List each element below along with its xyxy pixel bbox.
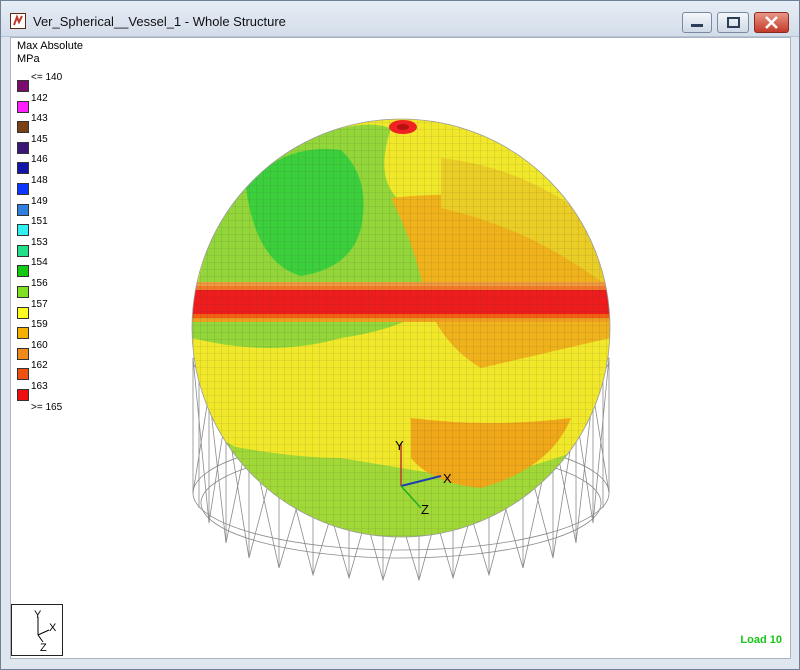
load-case-label: Load 10: [740, 634, 782, 646]
orientation-triad: Y X Z: [11, 604, 63, 656]
vessel-model-render[interactable]: Y X Z: [11, 38, 790, 658]
model-viewport[interactable]: Max Absolute MPa <= 140 142 143 145 146 148 14…: [10, 37, 791, 659]
title-bar[interactable]: Ver_Spherical__Vessel_1 - Whole Structur…: [1, 1, 799, 37]
axis-z-label: Z: [421, 502, 429, 517]
triad-x-label: X: [49, 622, 57, 634]
maximize-button[interactable]: [717, 12, 749, 33]
minimize-button[interactable]: [682, 12, 712, 33]
close-icon: [765, 16, 778, 29]
app-icon[interactable]: [10, 13, 26, 29]
minimize-icon: [691, 24, 703, 27]
app-window: Ver_Spherical__Vessel_1 - Whole Structur…: [0, 0, 800, 670]
triad-z-label: Z: [40, 642, 47, 654]
window-title: Ver_Spherical__Vessel_1 - Whole Structur…: [33, 14, 286, 29]
close-button[interactable]: [754, 12, 789, 33]
restore-icon: [727, 17, 740, 28]
axis-x-label: X: [443, 471, 452, 486]
triad-icon: Y X Z: [34, 609, 57, 654]
axis-y-label: Y: [395, 438, 404, 453]
triad-y-label: Y: [34, 609, 42, 621]
sphere-shell: [191, 118, 611, 538]
